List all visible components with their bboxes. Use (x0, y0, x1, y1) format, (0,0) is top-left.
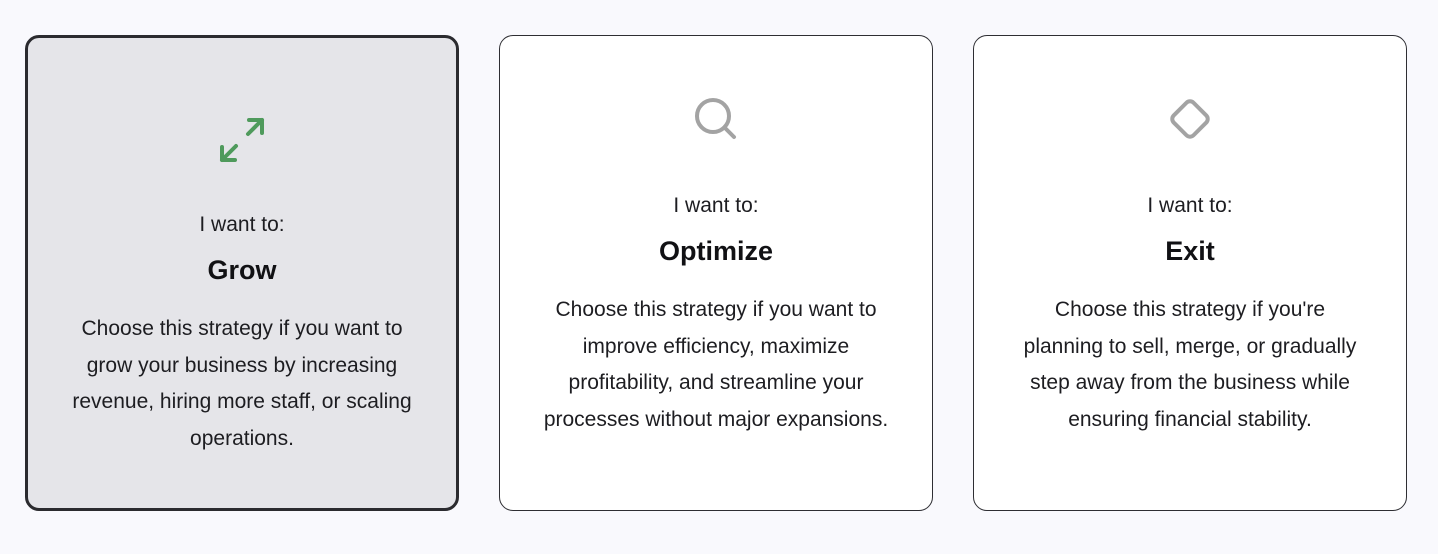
card-prompt: I want to: (199, 213, 285, 236)
card-title: Grow (207, 255, 277, 285)
strategy-card-exit[interactable]: I want to: Exit Choose this strategy if … (973, 35, 1407, 511)
card-description: Choose this strategy if you want to impr… (543, 298, 889, 431)
card-title: Exit (1165, 236, 1215, 266)
strategy-card-list: I want to: Grow Choose this strategy if … (25, 35, 1408, 513)
expand-arrows-icon (220, 118, 264, 162)
strategy-card-optimize[interactable]: I want to: Optimize Choose this strategy… (499, 35, 933, 511)
card-description: Choose this strategy if you want to grow… (72, 317, 412, 450)
card-prompt: I want to: (1147, 194, 1233, 217)
card-title: Optimize (658, 236, 773, 266)
diamond-icon (1170, 99, 1210, 139)
strategy-card-grow[interactable]: I want to: Grow Choose this strategy if … (25, 35, 459, 511)
magnifier-icon (695, 98, 736, 139)
card-description: Choose this strategy if you're planning … (1023, 298, 1357, 431)
card-prompt: I want to: (673, 194, 759, 217)
